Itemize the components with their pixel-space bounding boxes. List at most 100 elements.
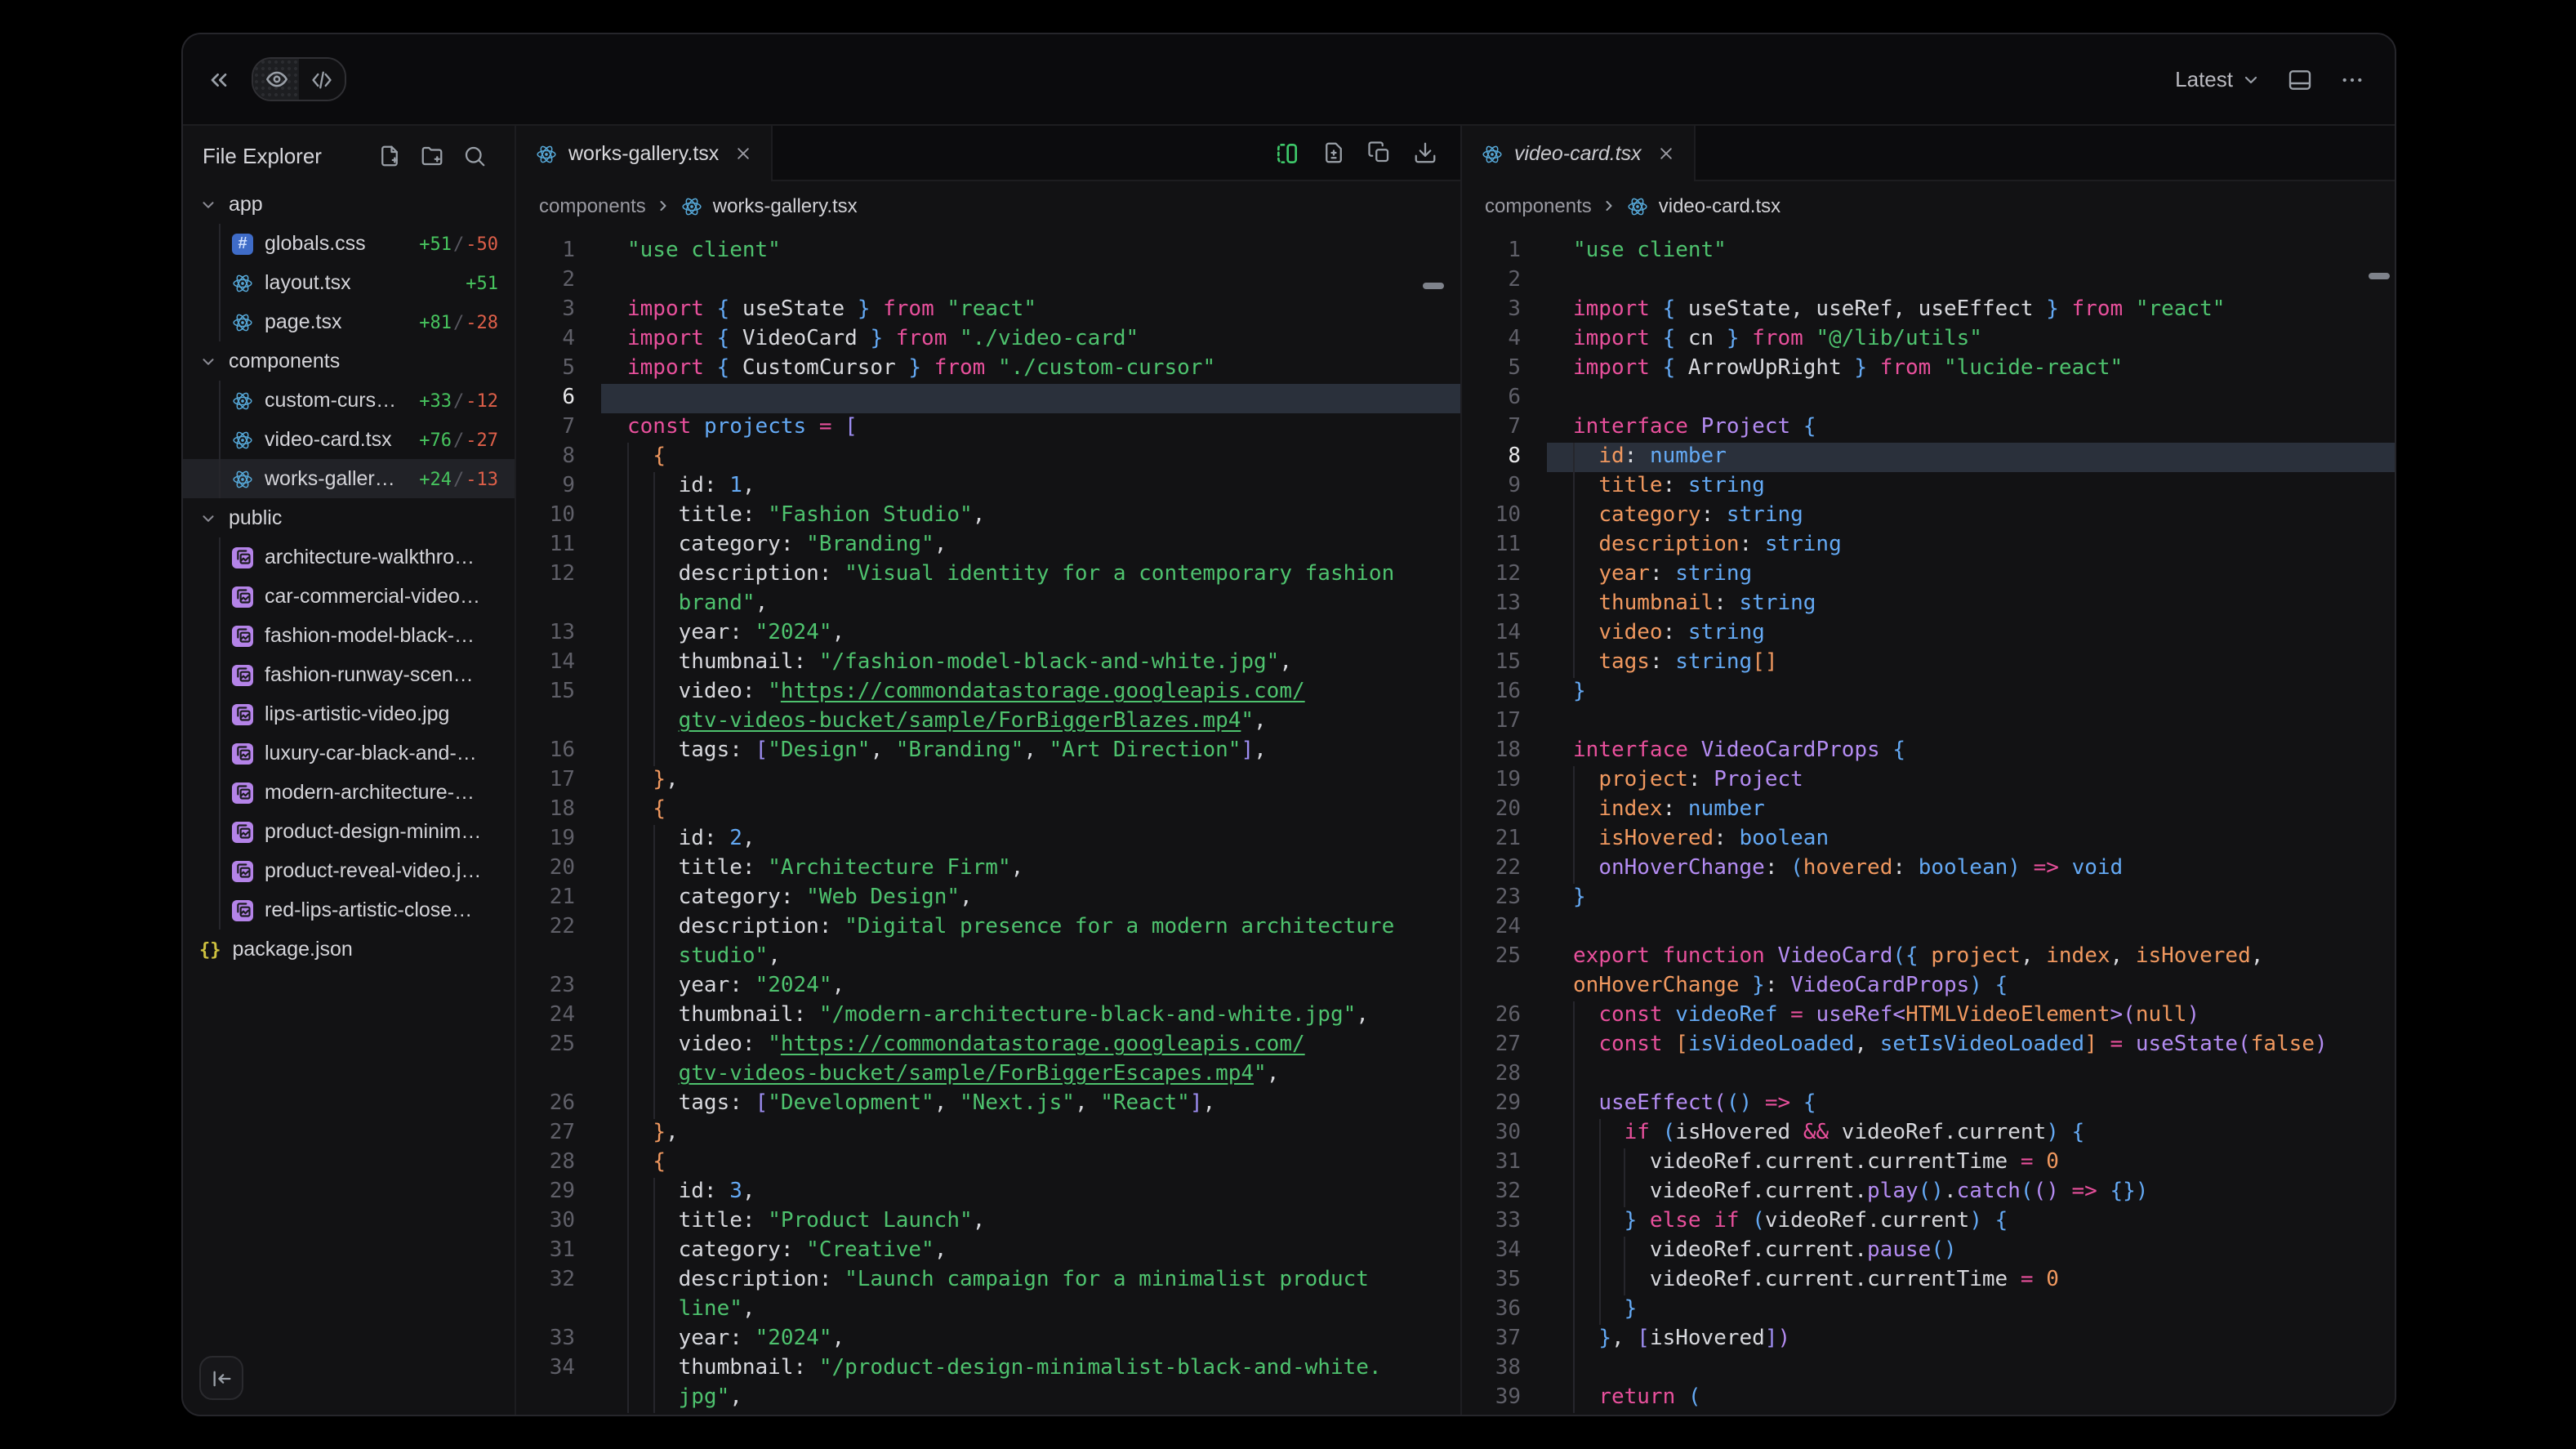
code-text: category: string (1547, 502, 2395, 531)
tree-item-label: car-commercial-video… (265, 585, 480, 608)
tree-file-fashion-runway-scen[interactable]: fashion-runway-scen… (183, 655, 515, 694)
line-number (516, 1060, 601, 1090)
code-text: const [isVideoLoaded, setIsVideoLoaded] … (1547, 1031, 2395, 1060)
code-line: 3import { useState } from "react" (516, 296, 1460, 325)
line-number: 12 (1462, 560, 1547, 590)
code-text: title: string (1547, 472, 2395, 502)
tree-item-label: product-design-minim… (265, 820, 481, 843)
tree-file-custom-curs[interactable]: custom-curs…+33/-12 (183, 381, 515, 420)
code-text: videoRef.current.currentTime = 0 (1547, 1148, 2395, 1178)
diff-stats: +51 (466, 272, 515, 293)
tree-folder-components[interactable]: components (183, 341, 515, 381)
new-folder-icon[interactable] (420, 143, 444, 167)
code-line: 15 tags: string[] (1462, 649, 2395, 678)
code-line: 30 if (isHovered && videoRef.current) { (1462, 1119, 2395, 1148)
chevron-down-icon (199, 509, 217, 527)
tree-item-label: modern-architecture-… (265, 781, 475, 804)
tree-folder-public[interactable]: public (183, 498, 515, 537)
tree-file-page.tsx[interactable]: page.tsx+81/-28 (183, 302, 515, 341)
code-text: { (601, 443, 1460, 472)
tree-file-product-reveal-video.j[interactable]: product-reveal-video.j… (183, 851, 515, 890)
code-line: 24 thumbnail: "/modern-architecture-blac… (516, 1001, 1460, 1031)
line-number: 30 (1462, 1119, 1547, 1148)
code-text: onHoverChange }: VideoCardProps) { (1547, 972, 2395, 1001)
tree-file-works-galler[interactable]: works-galler…+24/-13 (183, 459, 515, 498)
code-line: 20 title: "Architecture Firm", (516, 854, 1460, 884)
panel-bottom-icon[interactable] (2287, 66, 2313, 92)
react-file-icon (232, 272, 253, 293)
file-diff-icon[interactable] (1321, 140, 1346, 165)
more-options-icon[interactable] (2339, 66, 2365, 92)
breadcrumb-folder[interactable]: components (1485, 194, 1592, 217)
code-line: 13 thumbnail: string (1462, 590, 2395, 619)
line-number: 10 (516, 502, 601, 531)
code-line: 20 index: number (1462, 796, 2395, 825)
tree-file-red-lips-artistic-close[interactable]: red-lips-artistic-close… (183, 890, 515, 930)
tree-file-lips-artistic-video.jpg[interactable]: lips-artistic-video.jpg (183, 694, 515, 733)
tree-item-label: custom-curs… (265, 389, 396, 412)
code-line: 1"use client" (516, 237, 1460, 266)
code-text (1547, 1060, 2395, 1090)
version-dropdown[interactable]: Latest (2175, 67, 2261, 91)
code-text: useEffect(() => { (1547, 1090, 2395, 1119)
breadcrumb-file[interactable]: works-gallery.tsx (713, 194, 858, 217)
react-file-icon (232, 468, 253, 489)
code-editor-works-gallery[interactable]: 1"use client"23import { useState } from … (516, 230, 1460, 1415)
line-number: 6 (516, 384, 601, 413)
line-number: 16 (516, 737, 601, 766)
close-icon[interactable] (1658, 145, 1674, 162)
code-line: line", (516, 1295, 1460, 1325)
breadcrumb-file[interactable]: video-card.tsx (1659, 194, 1780, 217)
split-diff-icon[interactable] (1274, 140, 1300, 166)
line-number: 9 (1462, 472, 1547, 502)
code-line: 34 videoRef.current.pause() (1462, 1237, 2395, 1266)
collapse-sidebar-button[interactable] (199, 1356, 243, 1400)
code-text: description: "Visual identity for a cont… (601, 560, 1460, 590)
tree-file-fashion-model-black-[interactable]: fashion-model-black-… (183, 616, 515, 655)
json-file-icon: {} (199, 939, 221, 960)
code-text (1547, 707, 2395, 737)
image-file-icon (232, 703, 253, 724)
editor-pane-video-card: video-card.tsx components video-card.tsx… (1460, 126, 2395, 1415)
download-icon[interactable] (1413, 140, 1437, 165)
tree-file-luxury-car-black-and-[interactable]: luxury-car-black-and-… (183, 733, 515, 773)
code-editor-video-card[interactable]: 1"use client"23import { useState, useRef… (1462, 230, 2395, 1415)
tab-works-gallery[interactable]: works-gallery.tsx (516, 126, 773, 181)
preview-toggle-button[interactable] (253, 59, 299, 100)
close-icon[interactable] (735, 145, 751, 162)
tree-file-layout.tsx[interactable]: layout.tsx+51 (183, 263, 515, 302)
code-line: 34 thumbnail: "/product-design-minimalis… (516, 1354, 1460, 1384)
line-number: 20 (1462, 796, 1547, 825)
code-line: onHoverChange }: VideoCardProps) { (1462, 972, 2395, 1001)
new-file-icon[interactable] (377, 143, 402, 167)
react-file-icon (682, 195, 703, 216)
tree-file-modern-architecture-[interactable]: modern-architecture-… (183, 773, 515, 812)
react-file-icon (536, 143, 557, 164)
copy-icon[interactable] (1367, 140, 1392, 165)
line-number: 30 (516, 1207, 601, 1237)
tabbar-left: works-gallery.tsx (516, 126, 1460, 181)
breadcrumb-folder[interactable]: components (539, 194, 646, 217)
tree-file-globals.css[interactable]: #globals.css+51/-50 (183, 224, 515, 263)
code-text: id: 3, (601, 1178, 1460, 1207)
tree-file-architecture-walkthro[interactable]: architecture-walkthro… (183, 537, 515, 577)
tree-file-package.json[interactable]: {}package.json (183, 930, 515, 969)
tab-video-card[interactable]: video-card.tsx (1462, 126, 1696, 181)
code-text: import { ArrowUpRight } from "lucide-rea… (1547, 354, 2395, 384)
line-number: 11 (1462, 531, 1547, 560)
code-line: 3import { useState, useRef, useEffect } … (1462, 296, 2395, 325)
search-icon[interactable] (462, 143, 487, 167)
image-file-icon (232, 586, 253, 607)
tree-folder-app[interactable]: app (183, 185, 515, 224)
code-toggle-button[interactable] (299, 59, 345, 100)
react-file-icon (1482, 143, 1503, 164)
code-text: brand", (601, 590, 1460, 619)
collapse-panel-icon[interactable] (206, 66, 232, 92)
version-label: Latest (2175, 67, 2233, 91)
diff-stats: +81/-28 (419, 311, 515, 332)
image-file-icon (232, 625, 253, 646)
tree-file-product-design-minim[interactable]: product-design-minim… (183, 812, 515, 851)
code-text: id: 1, (601, 472, 1460, 502)
tree-file-car-commercial-video[interactable]: car-commercial-video… (183, 577, 515, 616)
tree-file-video-card.tsx[interactable]: video-card.tsx+76/-27 (183, 420, 515, 459)
